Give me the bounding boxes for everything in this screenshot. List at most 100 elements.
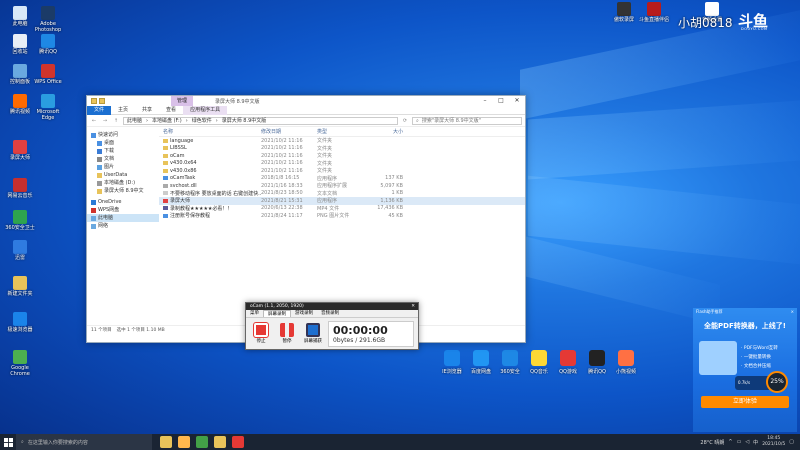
ime-indicator[interactable]: 中 [753,439,758,446]
weather-widget[interactable]: 28°C 晴朗 [700,439,724,446]
up-arrow-icon[interactable]: ↑ [112,118,120,124]
desktop-icon[interactable]: Microsoft Edge [30,94,66,121]
column-date[interactable]: 修改日期 [261,128,317,135]
back-arrow-icon[interactable]: ← [90,118,98,124]
nav-item[interactable]: 快速访问 [87,131,159,139]
desktop-icon[interactable]: 斗鱼直播伴侣 [636,2,672,23]
refresh-icon[interactable]: ⟳ [401,118,409,124]
desktop-icon-label: Microsoft Edge [36,109,60,121]
pause-button[interactable]: 暂停 [276,323,298,344]
desktop-icon[interactable]: 360安全卫士 [2,210,38,231]
desktop-icon[interactable]: 网易云音乐 [2,178,38,199]
nav-item[interactable]: 此电脑 [87,214,159,222]
capture-button[interactable]: 屏幕捕获 [302,323,324,344]
app-icon [531,350,547,366]
pause-icon [280,323,294,337]
close-icon[interactable]: ✕ [411,303,415,310]
nav-item[interactable]: 图片 [87,163,159,171]
file-row[interactable]: language 2021/10/2 11:16 文件夹 [159,137,525,145]
volume-icon[interactable]: ◁ [745,439,749,445]
ocam-menu-audio-record[interactable]: 音频录制 [317,310,343,317]
tab-manage[interactable]: 管理 [171,96,193,106]
desktop-icon[interactable]: 小熊视频 [614,350,638,375]
folder-icon[interactable] [91,98,97,104]
desktop-icon[interactable]: Adobe Photoshop [30,6,66,33]
desktop-icon[interactable]: Google Chrome [2,350,38,377]
file-row[interactable]: v430.0x86 2021/10/2 11:16 文件夹 [159,167,525,175]
start-button[interactable] [0,434,16,450]
try-now-button[interactable]: 立即体验 [701,396,789,408]
file-row[interactable]: oCamTask 2018/1/8 16:15 应用程序 137 KB [159,175,525,183]
clock[interactable]: 18:45 2021/10/5 [762,436,785,448]
close-icon[interactable]: × [791,308,794,316]
breadcrumb-item[interactable]: 本地磁盘 (F:) [152,117,182,124]
desktop-icon[interactable]: 新建文件夹 [2,276,38,297]
breadcrumb-item[interactable]: 录屏大师 8.9中文版 [222,117,267,124]
ocam-menu-screen-record[interactable]: 屏幕录制 [263,310,291,317]
nav-item[interactable]: 下载 [87,147,159,155]
taskbar-app-icon[interactable] [232,436,244,448]
taskbar-app-icon[interactable] [214,436,226,448]
breadcrumb-item[interactable]: 此电脑 [127,117,142,124]
tab-app-tools[interactable]: 应用程序工具 [183,105,228,115]
capture-label: 屏幕捕获 [304,339,322,344]
file-row[interactable]: oCam 2021/10/2 11:16 文件夹 [159,152,525,160]
desktop-icon[interactable]: 腾讯QQ [30,34,66,55]
column-name[interactable]: 名称 [159,128,261,135]
taskbar-app-icon[interactable] [160,436,172,448]
column-type[interactable]: 类型 [317,128,365,135]
close-button[interactable]: ✕ [509,96,525,106]
desktop-icon[interactable]: WPS Office [30,64,66,85]
nav-item[interactable]: UserData [87,171,159,179]
desktop-icon[interactable]: 极速浏览器 [2,312,38,333]
desktop-icon[interactable]: 录屏大师 [2,140,38,161]
file-row[interactable]: 不要移动程序 要放桌面的话 右键创建快... 2021/8/23 18:50 文本文… [159,190,525,198]
file-date: 2021/10/2 11:16 [261,145,303,152]
search-icon: ⌕ [416,117,419,124]
maximize-button[interactable]: □ [493,96,509,106]
desktop-icon[interactable]: IE浏览器 [440,350,464,375]
search-input[interactable]: ⌕ 搜索"录屏大师 8.9中文版" [412,116,522,125]
file-row[interactable]: LIBSSL 2021/10/2 11:16 文件夹 [159,145,525,153]
breadcrumb-item[interactable]: 绿色软件 [192,117,212,124]
address-bar[interactable]: 此电脑 › 本地磁盘 (F:) › 绿色软件 › 录屏大师 8.9中文版 [123,116,398,125]
nav-item[interactable]: 录屏大师 8.9中文 [87,187,159,195]
desktop-icon[interactable]: QQ音乐 [527,350,551,375]
column-size[interactable]: 大小 [365,128,409,135]
nav-item[interactable]: 网络 [87,222,159,230]
taskbar-app-icon[interactable] [178,436,190,448]
nav-item[interactable]: OneDrive [87,198,159,206]
file-row[interactable]: svchost.dll 2021/1/16 18:33 应用程序扩展 5,097 KB [159,182,525,190]
desktop-icon[interactable]: 360安全 [498,350,522,375]
ocam-menu-game-record[interactable]: 游戏录制 [291,310,317,317]
ocam-menu-main[interactable]: 菜单 [246,310,263,317]
file-row[interactable]: v430.0x64 2021/10/2 11:16 文件夹 [159,160,525,168]
taskbar-app-icon[interactable] [196,436,208,448]
tab-file[interactable]: 文件 [87,105,112,115]
file-row[interactable]: 录制教程★★★★★必看！！ 2020/6/13 22:38 MP4 文件 17,436… [159,205,525,213]
file-row[interactable]: 录屏大师 2021/8/21 15:31 应用程序 1,136 KB [159,197,525,205]
desktop-icon[interactable]: 迅雷 [2,240,38,261]
nav-item[interactable]: 桌面 [87,139,159,147]
properties-icon[interactable] [99,98,105,104]
nav-item[interactable]: 本地磁盘 (D:) [87,179,159,187]
desktop-icon-label: 网易云音乐 [7,193,33,199]
network-icon[interactable]: ▭ [737,439,742,445]
notification-icon[interactable]: ▢ [789,439,794,445]
nav-item[interactable]: WPS网盘 [87,206,159,214]
taskbar-search-box[interactable]: ⌕ 在这里输入你要搜索的内容 [16,434,152,450]
chevron-up-icon[interactable]: ^ [728,439,732,445]
desktop-icon[interactable]: 腾讯QQ [585,350,609,375]
tab-share[interactable]: 共享 [135,106,159,115]
file-row[interactable]: 注册账号保存教程 2021/8/24 11:17 PNG 图片文件 45 KB [159,212,525,220]
tab-home[interactable]: 主页 [111,106,135,115]
forward-arrow-icon[interactable]: → [101,118,109,124]
desktop-icon[interactable]: QQ游戏 [556,350,580,375]
file-name: oCamTask [170,175,196,182]
tab-view[interactable]: 查看 [159,106,183,115]
monitor-icon [306,323,320,337]
stop-button[interactable]: 停止 [250,323,272,344]
minimize-button[interactable]: – [477,96,493,106]
desktop-icon[interactable]: 百度网盘 [469,350,493,375]
nav-item[interactable]: 文档 [87,155,159,163]
